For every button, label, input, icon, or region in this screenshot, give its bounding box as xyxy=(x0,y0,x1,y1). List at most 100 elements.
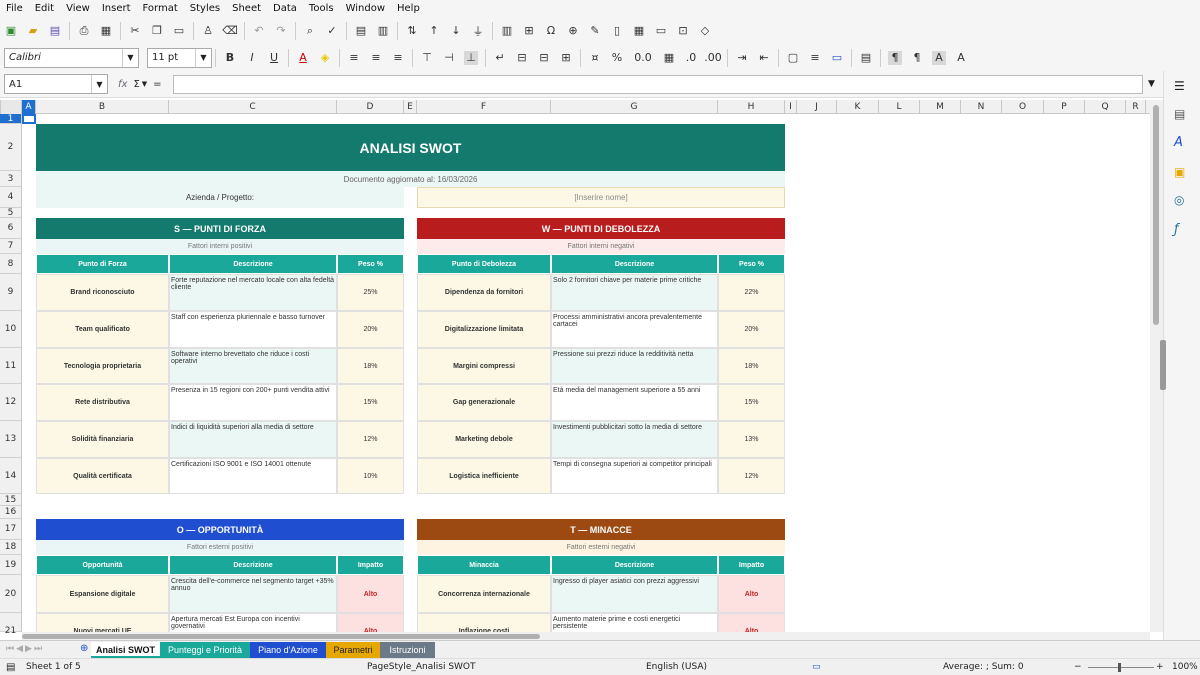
menu-format[interactable]: Format xyxy=(143,3,178,14)
menu-styles[interactable]: Styles xyxy=(190,3,220,14)
weaknesses-item-weight[interactable]: 18% xyxy=(718,348,785,384)
tab-navigation-icon[interactable]: ⏮◀▶⏭ xyxy=(6,644,44,654)
sort-icon[interactable]: ⇅ xyxy=(405,24,419,38)
conditional-format-icon[interactable]: ▤ xyxy=(859,51,873,65)
decrease-indent-icon[interactable]: ⇤ xyxy=(757,51,771,65)
weaknesses-item-description[interactable]: Investimenti pubblicitari sotto la media… xyxy=(551,421,718,458)
strengths-item-name[interactable]: Brand riconosciuto xyxy=(36,274,169,311)
threats-item-name[interactable]: Inflazione costi xyxy=(417,613,551,632)
print-icon[interactable]: ⎙ xyxy=(77,24,91,38)
functions-icon[interactable]: ƒ xyxy=(1174,222,1179,237)
row-header-8[interactable]: 8 xyxy=(0,254,22,274)
formula-equals-icon[interactable]: = xyxy=(153,79,161,90)
row-header-13[interactable]: 13 xyxy=(0,421,22,458)
opportunities-item-name[interactable]: Nuovi mercati UE xyxy=(36,613,169,632)
align-middle-icon[interactable]: ⊣ xyxy=(442,51,456,65)
column-header-r[interactable]: R xyxy=(1126,100,1146,114)
clear-format-icon[interactable]: ⌫ xyxy=(222,24,238,38)
insert-chart-icon[interactable]: ▥ xyxy=(500,24,514,38)
opportunities-column-header[interactable]: Opportunità xyxy=(36,555,169,575)
row-header-20[interactable]: 20 xyxy=(0,575,22,613)
zoom-out-icon[interactable]: − xyxy=(1074,662,1082,672)
chevron-down-icon[interactable]: ▼ xyxy=(142,80,147,88)
text-direction-ltr-icon[interactable]: ¶ xyxy=(888,50,902,65)
add-decimal-icon[interactable]: .0 xyxy=(684,51,698,65)
column-header-b[interactable]: B xyxy=(36,100,169,114)
column-header-g[interactable]: G xyxy=(551,100,718,114)
menu-insert[interactable]: Insert xyxy=(102,3,131,14)
doc-updated-note[interactable]: Documento aggiornato al: 16/03/2026 xyxy=(36,171,785,187)
row-header-18[interactable]: 18 xyxy=(0,540,22,555)
strengths-item-weight[interactable]: 12% xyxy=(337,421,404,458)
chevron-down-icon[interactable]: ▼ xyxy=(195,48,211,67)
column-header-a[interactable]: A xyxy=(22,100,36,114)
weaknesses-subtitle[interactable]: Fattori interni negativi xyxy=(417,239,785,254)
opportunities-item-description[interactable]: Crescita dell'e-commerce nel segmento ta… xyxy=(169,575,337,613)
menu-edit[interactable]: Edit xyxy=(35,3,54,14)
strengths-item-weight[interactable]: 25% xyxy=(337,274,404,311)
text-vertical-icon[interactable]: A xyxy=(954,51,968,65)
row-header-6[interactable]: 6 xyxy=(0,218,22,239)
column-header-p[interactable]: P xyxy=(1044,100,1085,114)
redo-icon[interactable]: ↷ xyxy=(274,24,288,38)
chevron-down-icon[interactable]: ▼ xyxy=(122,48,138,67)
weaknesses-item-name[interactable]: Digitalizzazione limitata xyxy=(417,311,551,348)
zoom-in-icon[interactable]: + xyxy=(1156,662,1164,672)
strengths-column-header[interactable]: Descrizione xyxy=(169,254,337,274)
highlight-color-icon[interactable]: ◈ xyxy=(318,51,332,65)
column-header-j[interactable]: J xyxy=(797,100,837,114)
comment-icon[interactable]: ✎ xyxy=(588,24,602,38)
strengths-item-description[interactable]: Presenza in 15 regioni con 200+ punti ve… xyxy=(169,384,337,421)
column-header-c[interactable]: C xyxy=(169,100,337,114)
row-header-15[interactable]: 15 xyxy=(0,494,22,506)
strengths-column-header[interactable]: Peso % xyxy=(337,254,404,274)
navigator-icon[interactable]: ◎ xyxy=(1174,193,1184,207)
underline-button[interactable]: U xyxy=(267,51,281,65)
borders-icon[interactable]: ▢ xyxy=(786,51,800,65)
align-top-icon[interactable]: ⊤ xyxy=(420,51,434,65)
percent-format-button[interactable]: % xyxy=(610,51,624,65)
weaknesses-item-name[interactable]: Logistica inefficiente xyxy=(417,458,551,494)
weaknesses-item-description[interactable]: Pressione sui prezzi riduce la redditivi… xyxy=(551,348,718,384)
menu-data[interactable]: Data xyxy=(273,3,297,14)
increase-indent-icon[interactable]: ⇥ xyxy=(735,51,749,65)
threats-item-name[interactable]: Concorrenza internazionale xyxy=(417,575,551,613)
sheet-tab-1[interactable]: Punteggi e Priorità xyxy=(160,642,250,658)
vertical-scroll-thumb[interactable] xyxy=(1153,105,1159,325)
split-window-icon[interactable]: ⊡ xyxy=(676,24,690,38)
opportunities-item-impact[interactable]: Alto xyxy=(337,613,404,632)
strengths-item-name[interactable]: Qualità certificata xyxy=(36,458,169,494)
zoom-slider[interactable] xyxy=(1088,667,1154,668)
new-document-icon[interactable]: ▣ xyxy=(4,24,18,38)
weaknesses-item-description[interactable]: Età media del management superiore a 55 … xyxy=(551,384,718,421)
clone-format-icon[interactable]: ♙ xyxy=(201,24,215,38)
date-format-icon[interactable]: ▦ xyxy=(662,51,676,65)
column-header-e[interactable]: E xyxy=(404,100,417,114)
threats-column-header[interactable]: Impatto xyxy=(718,555,785,575)
row-header-1[interactable]: 1 xyxy=(0,114,22,124)
threats-subtitle[interactable]: Fattori esterni negativi xyxy=(417,540,785,555)
opportunities-item-name[interactable]: Espansione digitale xyxy=(36,575,169,613)
horizontal-scroll-thumb[interactable] xyxy=(22,634,540,639)
strengths-subtitle[interactable]: Fattori interni positivi xyxy=(36,239,404,254)
sort-descending-icon[interactable]: ↓ xyxy=(449,24,463,38)
weaknesses-item-description[interactable]: Tempi di consegna superiori ai competito… xyxy=(551,458,718,494)
weaknesses-item-weight[interactable]: 22% xyxy=(718,274,785,311)
weaknesses-item-weight[interactable]: 20% xyxy=(718,311,785,348)
align-bottom-icon[interactable]: ⊥ xyxy=(464,50,478,65)
status-zoom[interactable]: 100% xyxy=(1172,662,1198,672)
strengths-item-description[interactable]: Certificazioni ISO 9001 e ISO 14001 otte… xyxy=(169,458,337,494)
undo-icon[interactable]: ↶ xyxy=(252,24,266,38)
column-header-f[interactable]: F xyxy=(417,100,551,114)
opportunities-header[interactable]: O — OPPORTUNITÀ xyxy=(36,519,404,540)
export-pdf-icon[interactable]: ▦ xyxy=(99,24,113,38)
weaknesses-item-weight[interactable]: 13% xyxy=(718,421,785,458)
select-all-corner[interactable] xyxy=(0,100,22,114)
text-horizontal-icon[interactable]: A xyxy=(932,50,946,65)
column-header-o[interactable]: O xyxy=(1002,100,1044,114)
strengths-item-description[interactable]: Staff con esperienza pluriennale e basso… xyxy=(169,311,337,348)
show-draw-functions-icon[interactable]: ◇ xyxy=(698,24,712,38)
opportunities-subtitle[interactable]: Fattori esterni positivi xyxy=(36,540,404,555)
strengths-item-description[interactable]: Indici di liquidità superiori alla media… xyxy=(169,421,337,458)
strengths-item-weight[interactable]: 15% xyxy=(337,384,404,421)
